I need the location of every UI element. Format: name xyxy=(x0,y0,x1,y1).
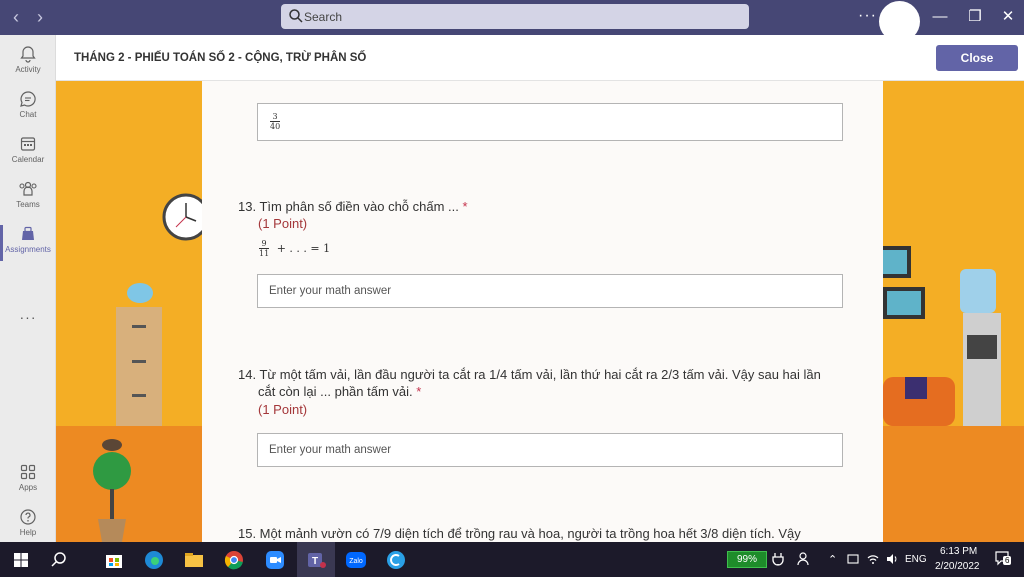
question-14-points: (1 Point) xyxy=(258,402,308,417)
rail-label: Assignments xyxy=(5,245,51,254)
search-input[interactable]: Search xyxy=(281,4,749,29)
chevron-up-icon[interactable]: ⌃ xyxy=(828,553,837,566)
question-14-title: 14. Từ một tấm vải, lần đầu người ta cắt… xyxy=(238,367,821,399)
window-close-button[interactable]: ✕ xyxy=(995,6,1021,28)
language-indicator[interactable]: ENG xyxy=(905,554,927,565)
chevron-left-icon[interactable]: ‹ xyxy=(6,6,26,28)
device-icon[interactable] xyxy=(847,553,859,565)
calendar-icon xyxy=(20,137,36,151)
chevron-right-icon[interactable]: › xyxy=(30,6,50,28)
rail-label: Chat xyxy=(19,110,37,119)
input-placeholder: Enter your math answer xyxy=(269,285,392,297)
file-explorer-icon[interactable] xyxy=(181,547,207,573)
rail-label: Help xyxy=(19,528,37,537)
rail-item-assignments[interactable]: Assignments xyxy=(0,223,56,265)
rail-label: Calendar xyxy=(11,155,45,164)
rail-item-activity[interactable]: Activity xyxy=(0,43,56,85)
rail-label: Activity xyxy=(15,65,41,74)
question-13-points: (1 Point) xyxy=(258,216,308,231)
assignments-icon xyxy=(22,226,34,240)
edge-icon[interactable] xyxy=(141,547,167,573)
teams-icon xyxy=(19,181,37,196)
rail-item-chat[interactable]: Chat xyxy=(0,88,56,130)
teams-app-icon: T xyxy=(308,553,326,568)
help-icon xyxy=(20,509,36,525)
power-plug-icon xyxy=(772,553,784,566)
bell-icon xyxy=(20,46,36,63)
taskbar-search-icon[interactable] xyxy=(46,547,72,573)
chrome-icon[interactable] xyxy=(221,547,247,573)
form-content: 3 40 13. Tìm phân số điền vào chỗ chấm .… xyxy=(56,81,1024,542)
answer-box-12[interactable]: 3 40 xyxy=(257,103,843,141)
rail-item-apps[interactable]: Apps xyxy=(0,461,56,503)
zoom-icon[interactable] xyxy=(262,547,288,573)
notification-center-button[interactable]: 6 xyxy=(994,550,1014,568)
input-placeholder: Enter your math answer xyxy=(269,444,392,456)
form-card: 3 40 13. Tìm phân số điền vào chỗ chấm .… xyxy=(202,81,883,542)
volume-icon[interactable] xyxy=(885,552,899,566)
search-placeholder: Search xyxy=(304,10,343,24)
zalo-icon[interactable]: Zalo xyxy=(343,547,369,573)
form-header: THÁNG 2 - PHIẾU TOÁN SỐ 2 - CỘNG, TRỪ PH… xyxy=(56,35,1024,81)
required-marker: * xyxy=(416,384,422,399)
apps-icon xyxy=(20,464,36,480)
more-apps-icon[interactable]: ··· xyxy=(0,309,56,325)
left-rail: Activity Chat Calendar Teams Assignments… xyxy=(0,35,56,542)
math-answer-input-13[interactable]: Enter your math answer xyxy=(257,274,843,308)
chat-icon xyxy=(20,91,36,107)
question-13-expression: 9 11 + . . . = 1 xyxy=(259,239,331,258)
notification-count: 6 xyxy=(1003,556,1012,565)
expression-fraction: 9 11 xyxy=(259,239,270,258)
rail-item-teams[interactable]: Teams xyxy=(0,178,56,220)
answer-fraction: 3 40 xyxy=(270,112,281,131)
office-illustration-right xyxy=(883,246,1001,426)
svg-text:Zalo: Zalo xyxy=(349,558,363,565)
office-illustration-left xyxy=(93,193,202,542)
rail-item-calendar[interactable]: Calendar xyxy=(0,133,56,175)
rail-label: Apps xyxy=(18,483,38,492)
required-marker: * xyxy=(462,199,468,214)
search-icon xyxy=(289,9,303,23)
page-title: THÁNG 2 - PHIẾU TOÁN SỐ 2 - CỘNG, TRỪ PH… xyxy=(74,52,367,64)
minimize-button[interactable]: — xyxy=(927,6,953,28)
svg-text:T: T xyxy=(312,556,318,567)
question-13-title: 13. Tìm phân số điền vào chỗ chấm ... * xyxy=(238,199,468,214)
teams-taskbar-button[interactable]: T xyxy=(297,542,335,577)
store-icon[interactable] xyxy=(101,547,127,573)
title-bar: ‹ › Search ··· — ❐ ✕ xyxy=(0,0,1024,42)
coccoc-icon[interactable] xyxy=(383,547,409,573)
windows-start-icon[interactable] xyxy=(8,547,34,573)
rail-label: Teams xyxy=(16,200,40,209)
more-options-icon[interactable]: ··· xyxy=(858,7,877,25)
math-answer-input-14[interactable]: Enter your math answer xyxy=(257,433,843,467)
people-icon[interactable] xyxy=(797,552,813,566)
clock-time[interactable]: 6:13 PM xyxy=(940,546,977,557)
question-15-title: 15. Một mảnh vườn có 7/9 diện tích để tr… xyxy=(238,526,801,541)
wifi-icon[interactable] xyxy=(866,552,880,566)
taskbar: T Zalo 99% ⌃ ENG 6:13 PM 2/20/2022 6 xyxy=(0,542,1024,577)
close-button[interactable]: Close xyxy=(936,45,1018,71)
battery-indicator[interactable]: 99% xyxy=(727,551,767,568)
clock-date[interactable]: 2/20/2022 xyxy=(935,561,980,572)
maximize-button[interactable]: ❐ xyxy=(962,6,988,28)
